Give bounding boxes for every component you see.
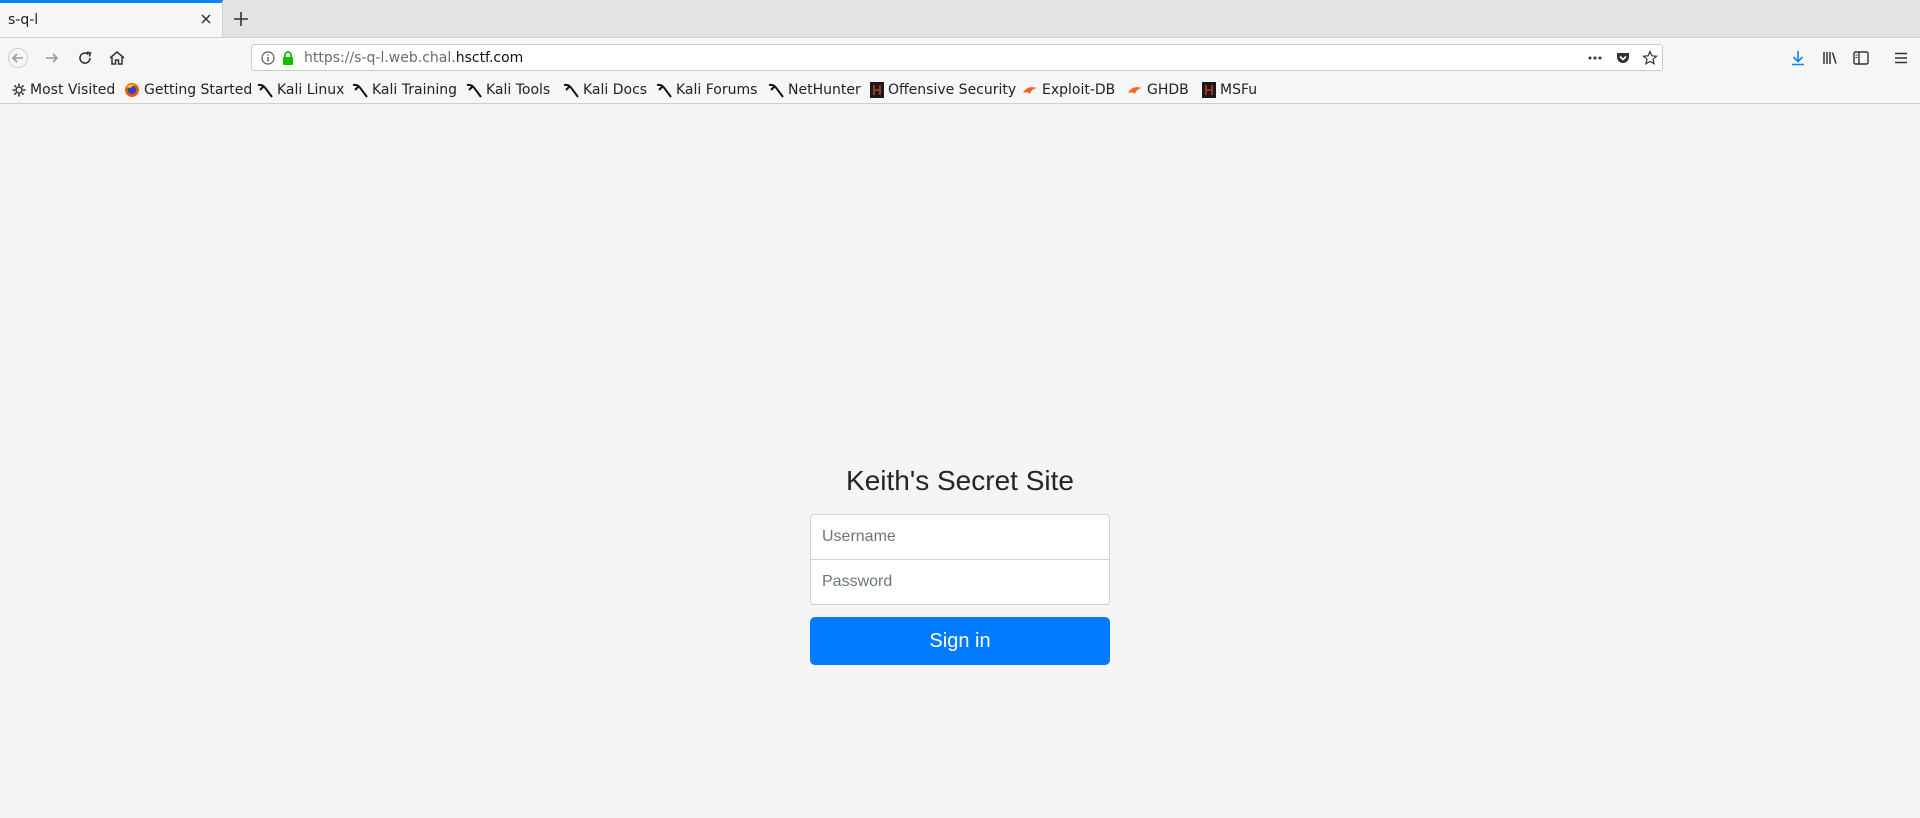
- home-icon[interactable]: [107, 48, 127, 68]
- forward-icon[interactable]: [42, 48, 62, 68]
- page-content: Keith's Secret Site Sign in: [0, 104, 1920, 818]
- bookmark-label: Kali Docs: [583, 82, 648, 98]
- bookmark-kali-docs[interactable]: Kali Docs: [563, 81, 647, 99]
- bookmark-label: Offensive Security: [888, 82, 1017, 98]
- close-icon[interactable]: [198, 11, 214, 27]
- url-bar[interactable]: https://s-q-l.web.chal.hsctf.com: [251, 44, 1663, 71]
- info-icon[interactable]: [260, 50, 276, 66]
- bookmark-kali-forums[interactable]: Kali Forums: [656, 81, 757, 99]
- username-input[interactable]: [810, 514, 1110, 560]
- kali-icon: [352, 83, 368, 98]
- sign-in-button[interactable]: Sign in: [810, 617, 1110, 665]
- bookmark-kali-training[interactable]: Kali Training: [352, 81, 457, 99]
- bookmarks-toolbar: Most Visited Getting Started Kali Linux …: [0, 77, 1920, 104]
- offsec-icon: [1202, 82, 1216, 98]
- url-prefix: https://s-q-l.web.chal.: [304, 50, 456, 66]
- offsec-icon: [870, 82, 884, 98]
- new-tab-icon[interactable]: [232, 10, 250, 28]
- kali-icon: [768, 83, 784, 98]
- more-actions-icon[interactable]: [1587, 50, 1603, 66]
- bookmark-label: Kali Forums: [676, 82, 758, 98]
- bookmark-label: Kali Training: [372, 82, 457, 98]
- menu-icon[interactable]: [1891, 48, 1911, 68]
- tab-title: s-q-l: [8, 12, 39, 28]
- password-input[interactable]: [810, 559, 1110, 605]
- bookmark-most-visited[interactable]: Most Visited: [12, 81, 115, 99]
- gear-icon: [12, 83, 26, 97]
- lock-icon[interactable]: [280, 50, 296, 66]
- kali-icon: [466, 83, 482, 98]
- url-text[interactable]: https://s-q-l.web.chal.hsctf.com: [304, 50, 523, 66]
- bookmark-kali-linux[interactable]: Kali Linux: [257, 81, 344, 99]
- bookmark-label: Exploit-DB: [1042, 82, 1116, 98]
- bookmark-ghdb[interactable]: GHDB: [1127, 81, 1189, 99]
- reload-icon[interactable]: [75, 48, 95, 68]
- bookmark-nethunter[interactable]: NetHunter: [768, 81, 861, 99]
- bookmark-label: Most Visited: [30, 82, 116, 98]
- bookmark-label: NetHunter: [788, 82, 861, 98]
- exploitdb-icon: [1023, 87, 1037, 94]
- bookmark-getting-started[interactable]: Getting Started: [124, 81, 252, 99]
- navigation-bar: https://s-q-l.web.chal.hsctf.com: [0, 38, 1920, 77]
- kali-icon: [257, 83, 273, 98]
- exploitdb-icon: [1128, 87, 1142, 94]
- download-icon[interactable]: [1788, 48, 1808, 68]
- kali-icon: [656, 83, 672, 98]
- browser-window: s-q-l https://s-q-l.web.chal.hsctf.com M…: [0, 0, 1920, 818]
- bookmark-label: Kali Linux: [277, 82, 345, 98]
- tab-active[interactable]: s-q-l: [0, 0, 223, 37]
- bookmark-exploit-db[interactable]: Exploit-DB: [1022, 81, 1115, 99]
- library-icon[interactable]: [1820, 48, 1840, 68]
- bookmark-label: MSFu: [1220, 82, 1258, 98]
- tab-strip: s-q-l: [0, 0, 1920, 38]
- firefox-icon: [125, 83, 139, 97]
- bookmark-kali-tools[interactable]: Kali Tools: [466, 81, 550, 99]
- bookmark-offensive-security[interactable]: Offensive Security: [870, 81, 1016, 99]
- bookmark-label: Getting Started: [144, 82, 253, 98]
- star-icon[interactable]: [1642, 50, 1658, 66]
- kali-icon: [563, 83, 579, 98]
- back-icon[interactable]: [8, 48, 28, 68]
- page-title: Keith's Secret Site: [846, 465, 1074, 496]
- bookmark-label: GHDB: [1147, 82, 1189, 98]
- url-domain: hsctf.com: [455, 50, 524, 66]
- bookmark-label: Kali Tools: [486, 82, 551, 98]
- bookmark-msfu[interactable]: MSFu: [1202, 81, 1257, 99]
- pocket-icon[interactable]: [1615, 50, 1631, 66]
- sidebar-icon[interactable]: [1851, 48, 1871, 68]
